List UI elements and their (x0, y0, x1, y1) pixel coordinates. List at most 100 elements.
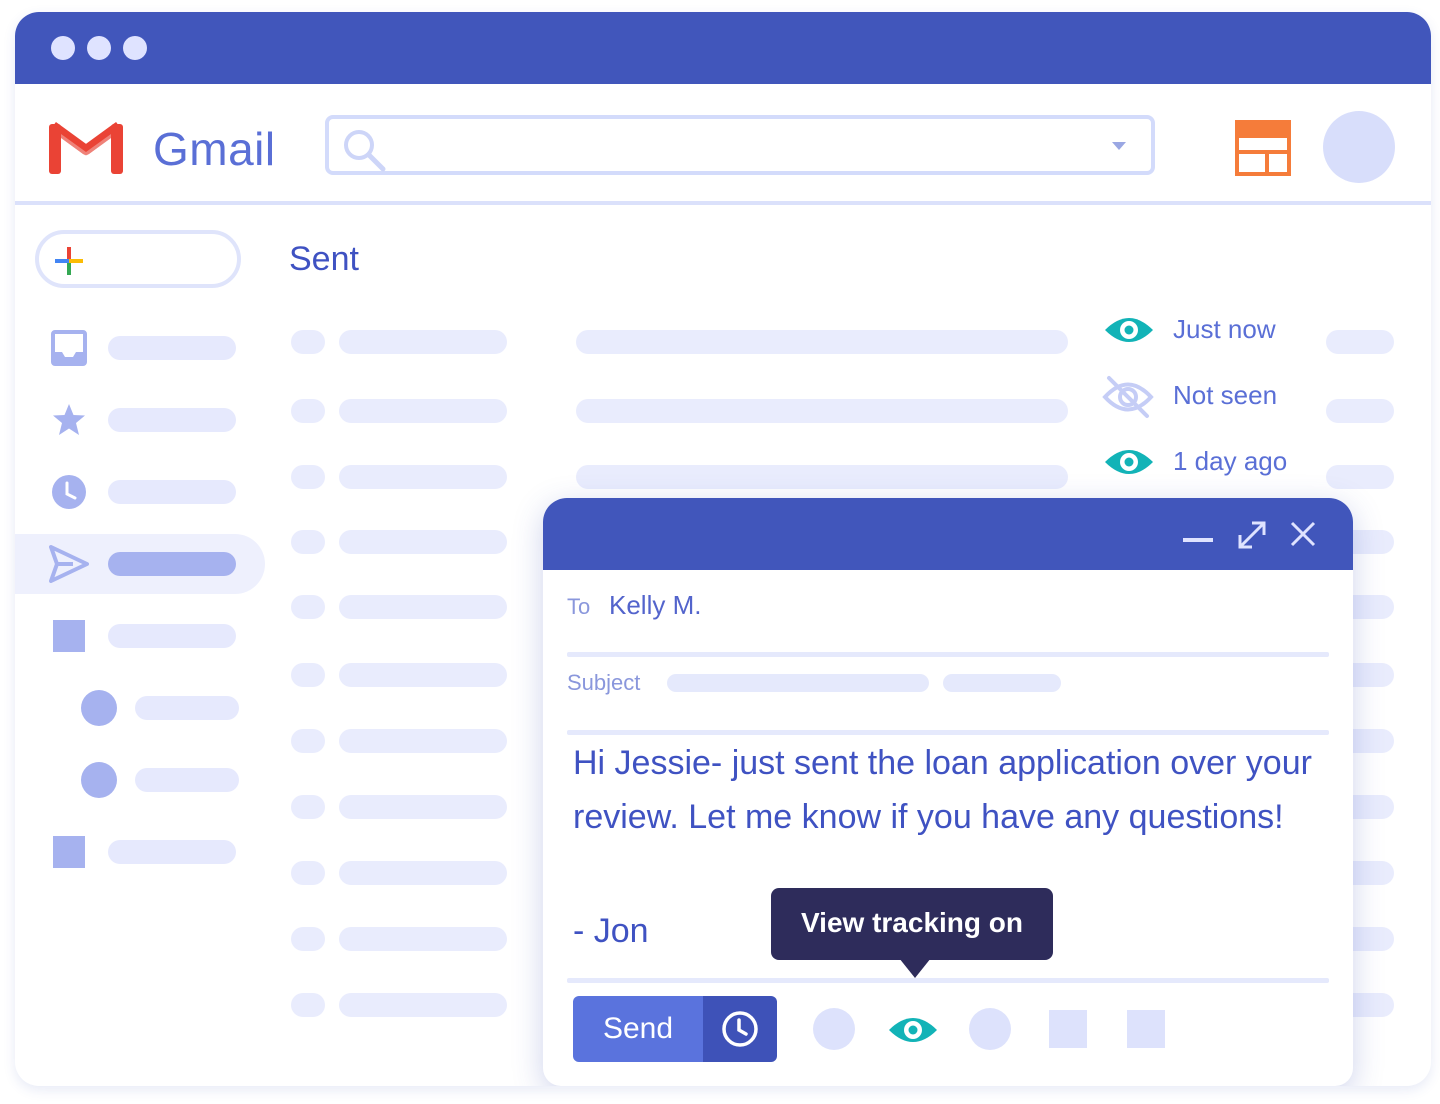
browser-window: Gmail Sent Just now Not seen 1 day ago T… (15, 12, 1431, 1086)
row-sender-placeholder (339, 729, 507, 753)
sidebar-item-label (108, 408, 236, 432)
body-divider (567, 978, 1329, 983)
sidebar-item-label (135, 696, 239, 720)
message-body[interactable]: Hi Jessie- just sent the loan applicatio… (573, 736, 1313, 844)
expand-icon[interactable] (1237, 520, 1267, 550)
app-header: Gmail (15, 84, 1431, 204)
tracking-status-text: 1 day ago (1173, 446, 1288, 476)
insert-tool-button[interactable] (1127, 1010, 1165, 1048)
dropdown-caret-icon[interactable] (1111, 141, 1127, 151)
row-checkbox-placeholder (291, 927, 325, 951)
row-sender-placeholder (339, 330, 507, 354)
signature[interactable]: - Jon (573, 912, 649, 951)
row-checkbox-placeholder (291, 663, 325, 687)
row-checkbox-placeholder (291, 399, 325, 423)
row-checkbox-placeholder (291, 595, 325, 619)
window-dot-maximize[interactable] (123, 36, 147, 60)
format-tool-button[interactable] (813, 1008, 855, 1050)
row-checkbox-placeholder (291, 465, 325, 489)
gmail-logo-icon[interactable] (49, 118, 123, 174)
sidebar-item-snoozed[interactable] (15, 462, 265, 522)
to-label: To (567, 594, 591, 619)
attach-tool-button[interactable] (1049, 1010, 1087, 1048)
brand-name: Gmail (153, 123, 276, 175)
sidebar-item-inbox[interactable] (15, 318, 265, 378)
row-checkbox-placeholder (291, 729, 325, 753)
tooltip-text: View tracking on (801, 907, 1023, 938)
inbox-icon (51, 330, 87, 366)
minimize-icon[interactable] (1183, 536, 1215, 544)
row-subject-placeholder (576, 330, 1068, 354)
star-icon (53, 404, 85, 435)
row-checkbox-placeholder (291, 330, 325, 354)
tracking-status-text: Just now (1173, 314, 1276, 344)
send-icon (49, 545, 89, 583)
row-sender-placeholder (339, 861, 507, 885)
row-subject-placeholder (576, 465, 1068, 489)
row-sender-placeholder (339, 993, 507, 1017)
send-button-group: Send (573, 996, 777, 1062)
eye-off-icon (1102, 376, 1154, 418)
row-sender-placeholder (339, 399, 507, 423)
recipient-field[interactable]: Kelly M. (609, 590, 701, 621)
row-sender-placeholder (339, 530, 507, 554)
search-input[interactable] (325, 115, 1155, 175)
compose-button[interactable] (35, 230, 241, 288)
row-checkbox-placeholder (291, 795, 325, 819)
sidebar-item-sent[interactable] (15, 534, 265, 594)
sidebar-item-label-2[interactable] (15, 750, 265, 810)
page-title: Sent (289, 240, 359, 278)
subject-field-part[interactable] (943, 674, 1061, 692)
field-divider (567, 652, 1329, 657)
search-icon (344, 130, 386, 172)
sidebar-item-label (108, 336, 236, 360)
eye-icon[interactable] (887, 1010, 939, 1050)
sidebar-item-folder-2[interactable] (15, 822, 265, 882)
tooltip-arrow (899, 958, 931, 978)
field-divider (567, 730, 1329, 735)
sidebar-item-label (135, 768, 239, 792)
row-date-placeholder (1326, 399, 1394, 423)
plus-icon (55, 247, 83, 275)
row-checkbox-placeholder (291, 993, 325, 1017)
subject-field[interactable] (667, 674, 929, 692)
row-date-placeholder (1326, 330, 1394, 354)
sidebar-item-label (108, 480, 236, 504)
sidebar-item-label (108, 552, 236, 576)
label-dot-icon (81, 762, 117, 798)
folder-icon (53, 836, 85, 868)
schedule-send-button[interactable] (703, 996, 777, 1062)
row-subject-placeholder (576, 399, 1068, 423)
sidebar-item-label-1[interactable] (15, 678, 265, 738)
folder-icon (53, 620, 85, 652)
window-dot-minimize[interactable] (87, 36, 111, 60)
compose-window: To Kelly M. Subject Hi Jessie- just sent… (543, 498, 1353, 1086)
clock-icon (52, 475, 86, 509)
sidebar-item-label (108, 624, 236, 648)
row-sender-placeholder (339, 465, 507, 489)
eye-icon (1105, 318, 1153, 342)
schedule-clock-icon (722, 1011, 758, 1047)
layout-icon[interactable] (1235, 120, 1291, 176)
sidebar-item-starred[interactable] (15, 390, 265, 450)
compose-header (543, 498, 1353, 570)
subject-label: Subject (567, 670, 641, 695)
send-button[interactable]: Send (573, 996, 703, 1062)
window-dot-close[interactable] (51, 36, 75, 60)
row-sender-placeholder (339, 927, 507, 951)
row-checkbox-placeholder (291, 530, 325, 554)
emoji-tool-button[interactable] (969, 1008, 1011, 1050)
tracking-status-text: Not seen (1173, 380, 1278, 410)
row-sender-placeholder (339, 595, 507, 619)
row-date-placeholder (1326, 465, 1394, 489)
close-icon[interactable] (1289, 520, 1317, 548)
row-sender-placeholder (339, 663, 507, 687)
row-checkbox-placeholder (291, 861, 325, 885)
sidebar-item-folder[interactable] (15, 606, 265, 666)
row-sender-placeholder (339, 795, 507, 819)
title-bar (15, 12, 1431, 84)
avatar[interactable] (1323, 111, 1395, 183)
header-divider (15, 201, 1431, 205)
eye-icon (1105, 450, 1153, 474)
tracking-tooltip: View tracking on (771, 888, 1053, 978)
